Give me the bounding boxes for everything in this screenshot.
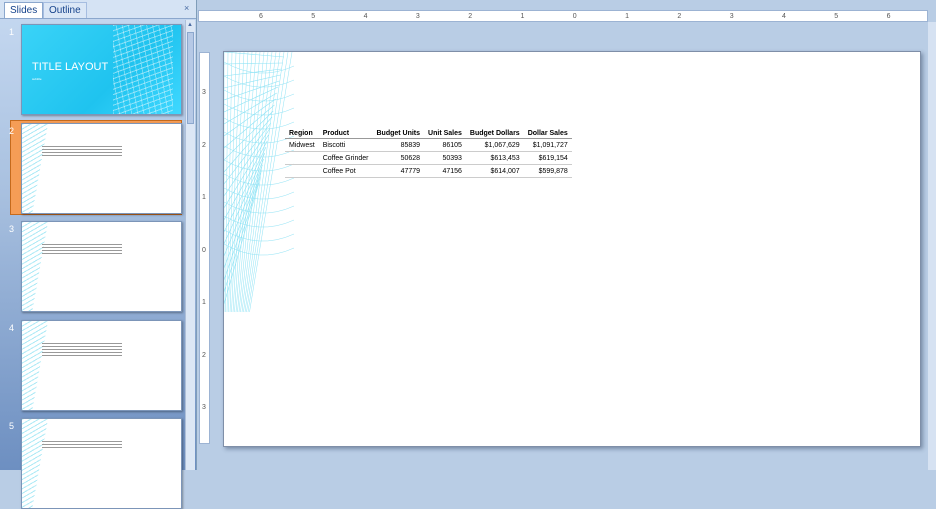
- slide-thumbnail-4[interactable]: [21, 320, 182, 411]
- close-pane-icon[interactable]: ×: [184, 3, 189, 13]
- ruler-label: 6: [259, 13, 263, 20]
- scrollbar-thumb[interactable]: [187, 32, 194, 124]
- cell-dollar-sales: $619,154: [523, 151, 572, 165]
- slide-canvas[interactable]: Region Product Budget Units Unit Sales B…: [223, 51, 921, 447]
- thumbnail-subtitle: subtitle: [32, 77, 42, 81]
- slide-thumbnail-1[interactable]: TITLE LAYOUT subtitle: [21, 24, 182, 115]
- tab-outline[interactable]: Outline: [43, 2, 87, 18]
- ruler-label: 3: [202, 89, 206, 96]
- cell-unit-sales: 50393: [424, 151, 466, 165]
- cell-product: Coffee Pot: [318, 164, 373, 178]
- cell-budget-units: 47779: [372, 164, 425, 178]
- cell-budget-units: 50628: [372, 151, 425, 165]
- table-header-row: Region Product Budget Units Unit Sales B…: [285, 129, 572, 139]
- thumbnail-art: [22, 419, 48, 508]
- cell-dollar-sales: $1,091,727: [523, 138, 572, 152]
- ruler-label: 1: [520, 13, 525, 20]
- ruler-label: 5: [311, 13, 316, 20]
- cell-budget-dollars: $1,067,629: [465, 138, 524, 152]
- ruler-label: 2: [468, 13, 473, 20]
- ruler-label: 2: [202, 141, 206, 149]
- ruler-label: 6: [886, 13, 891, 20]
- ruler-label: 1: [202, 299, 206, 306]
- thumbnail-table: [42, 439, 122, 450]
- data-table[interactable]: Region Product Budget Units Unit Sales B…: [285, 129, 572, 178]
- thumbnail-art: [22, 321, 48, 410]
- slide-number: 1: [9, 27, 15, 37]
- tab-slides[interactable]: Slides: [4, 2, 44, 18]
- header-product: Product: [318, 129, 373, 139]
- cell-product: Coffee Grinder: [318, 151, 373, 165]
- slide-number: 5: [9, 421, 15, 431]
- header-unit-sales: Unit Sales: [424, 129, 466, 139]
- cell-budget-dollars: $614,007: [465, 164, 524, 178]
- right-scrollbar[interactable]: [928, 22, 936, 470]
- slide-thumbnail-3[interactable]: [21, 221, 182, 312]
- cell-region: [285, 164, 319, 178]
- thumbnail-art: [22, 124, 48, 213]
- thumbnail-table: [42, 341, 122, 358]
- thumbnail-art: [22, 222, 48, 311]
- ruler-label: 4: [363, 13, 368, 20]
- cell-region: Midwest: [285, 138, 319, 152]
- ruler-label: 3: [729, 13, 734, 20]
- table-row: Midwest Biscotti 85839 86105 $1,067,629 …: [285, 138, 572, 152]
- header-budget-dollars: Budget Dollars: [465, 129, 524, 139]
- header-dollar-sales: Dollar Sales: [523, 129, 572, 139]
- header-region: Region: [285, 129, 319, 139]
- cell-region: [285, 151, 319, 165]
- scroll-up-arrow-icon[interactable]: ▲: [187, 22, 193, 28]
- pane-tabs: Slides Outline ×: [0, 0, 196, 19]
- cell-dollar-sales: $599,878: [523, 164, 572, 178]
- cell-unit-sales: 47156: [424, 164, 466, 178]
- ruler-label: 0: [572, 13, 577, 20]
- ruler-label: 1: [202, 194, 206, 201]
- cell-product: Biscotti: [318, 138, 373, 152]
- ruler-label: 1: [625, 13, 629, 20]
- thumbnail-table: [42, 144, 122, 158]
- cell-unit-sales: 86105: [424, 138, 466, 152]
- cell-budget-units: 85839: [372, 138, 425, 152]
- wireframe-building-art: [224, 52, 295, 313]
- ruler-label: 3: [415, 13, 420, 20]
- thumbnail-table: [42, 242, 122, 256]
- slide-thumbnail-2[interactable]: [21, 123, 182, 214]
- slide-number: 2: [9, 126, 15, 136]
- ruler-label: 2: [202, 351, 206, 359]
- table-row: Coffee Pot 47779 47156 $614,007 $599,878: [285, 164, 572, 178]
- cell-budget-dollars: $613,453: [465, 151, 524, 165]
- slide-number: 4: [9, 323, 15, 333]
- ruler-label: 0: [202, 246, 206, 254]
- thumbnail-title: TITLE LAYOUT: [32, 61, 109, 73]
- table-row: Coffee Grinder 50628 50393 $613,453 $619…: [285, 151, 572, 165]
- slide-thumbnail-5[interactable]: [21, 418, 182, 509]
- slide-number: 3: [9, 224, 15, 234]
- ruler-label: 2: [677, 13, 682, 20]
- ruler-label: 3: [202, 404, 206, 411]
- horizontal-ruler: 6 5 4 3 2 1 0 1 2 3 4 5 6: [198, 10, 928, 22]
- ruler-label: 5: [834, 13, 839, 20]
- building-art: [113, 25, 173, 114]
- pane-scrollbar[interactable]: ▲: [185, 20, 195, 470]
- ruler-label: 4: [782, 13, 786, 20]
- vertical-ruler: 3 2 1 0 1 2 3: [199, 52, 210, 444]
- slides-pane: Slides Outline × 1 TITLE LAYOUT subtitle…: [0, 0, 197, 509]
- header-budget-units: Budget Units: [372, 129, 425, 139]
